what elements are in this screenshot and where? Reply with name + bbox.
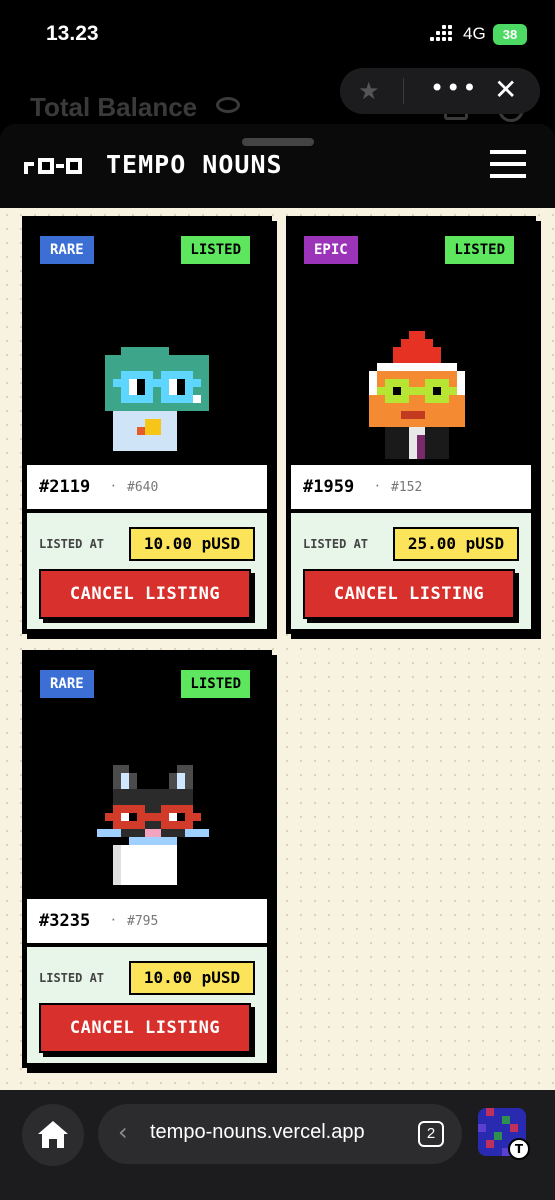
listed-at-label: LISTED AT (39, 537, 105, 551)
cancel-listing-button[interactable]: CANCEL LISTING (303, 569, 515, 619)
home-icon (38, 1121, 68, 1148)
token-id: #3235 (39, 911, 91, 931)
battery-icon: 38 (493, 24, 527, 45)
separator-dot: · (111, 911, 116, 929)
listing-price: 10.00 pUSD (129, 527, 255, 561)
browser-actions-pill: ★ ••• ✕ (340, 68, 540, 114)
noun-card[interactable]: RARE LISTED #2119 · #640 LISTED AT 10.00… (22, 216, 272, 634)
more-icon[interactable]: ••• (430, 74, 478, 102)
noun-image (105, 347, 209, 451)
token-sub-id: #640 (127, 480, 159, 495)
home-button[interactable] (22, 1104, 84, 1166)
noun-artwork: EPIC LISTED (289, 219, 533, 463)
noun-card[interactable]: EPIC LISTED #1959 · #152 LISTED AT 25.00… (286, 216, 536, 634)
url-text[interactable]: tempo-nouns.vercel.app (150, 1121, 365, 1144)
cancel-listing-button[interactable]: CANCEL LISTING (39, 569, 251, 619)
cancel-listing-button[interactable]: CANCEL LISTING (39, 1003, 251, 1053)
token-sub-id: #795 (127, 914, 159, 929)
logo-icon (24, 158, 82, 174)
status-badge: LISTED (181, 236, 250, 264)
listing-panel: LISTED AT 10.00 pUSD CANCEL LISTING (25, 511, 269, 631)
web-sheet: TEMPO NOUNS RARE LISTED #2119 · #640 LIS… (0, 124, 555, 1090)
status-time: 13.23 (46, 22, 99, 45)
status-badge: LISTED (445, 236, 514, 264)
listing-panel: LISTED AT 25.00 pUSD CANCEL LISTING (289, 511, 533, 631)
browser-bottom-bar: ‹ tempo-nouns.vercel.app 2 T (0, 1090, 555, 1200)
token-id: #1959 (303, 477, 355, 497)
noun-artwork: RARE LISTED (25, 653, 269, 897)
site-header: TEMPO NOUNS (0, 124, 555, 208)
token-id-row: #3235 · #795 (25, 897, 269, 945)
network-label: 4G (463, 24, 486, 43)
listing-price: 10.00 pUSD (129, 961, 255, 995)
listings-grid: RARE LISTED #2119 · #640 LISTED AT 10.00… (0, 208, 555, 1090)
hamburger-icon[interactable] (490, 150, 526, 178)
url-bar[interactable]: ‹ tempo-nouns.vercel.app 2 (98, 1104, 462, 1164)
rarity-badge: EPIC (304, 236, 358, 264)
sheet-grabber[interactable] (242, 138, 314, 146)
chevron-left-icon[interactable]: ‹ (118, 1118, 128, 1146)
noun-image (97, 765, 209, 885)
separator-dot: · (375, 477, 380, 495)
tab-count-button[interactable]: 2 (418, 1121, 444, 1147)
eye-icon (216, 97, 240, 113)
listing-panel: LISTED AT 10.00 pUSD CANCEL LISTING (25, 945, 269, 1065)
listing-price: 25.00 pUSD (393, 527, 519, 561)
noun-image (369, 331, 465, 459)
star-icon[interactable]: ★ (358, 77, 380, 105)
listed-at-label: LISTED AT (303, 537, 369, 551)
token-id: #2119 (39, 477, 91, 497)
close-icon[interactable]: ✕ (494, 73, 517, 106)
site-title[interactable]: TEMPO NOUNS (106, 150, 283, 179)
app-badge: T (508, 1138, 530, 1160)
token-id-row: #2119 · #640 (25, 463, 269, 511)
signal-icon (430, 25, 454, 43)
noun-artwork: RARE LISTED (25, 219, 269, 463)
token-id-row: #1959 · #152 (289, 463, 533, 511)
noun-card[interactable]: RARE LISTED #3235 · #795 LISTED AT 10.00… (22, 650, 272, 1068)
pill-divider (403, 78, 404, 104)
separator-dot: · (111, 477, 116, 495)
status-bar: 13.23 4G 38 (0, 0, 555, 70)
listed-at-label: LISTED AT (39, 971, 105, 985)
background-title: Total Balance (30, 92, 198, 122)
status-badge: LISTED (181, 670, 250, 698)
rarity-badge: RARE (40, 236, 94, 264)
token-sub-id: #152 (391, 480, 423, 495)
rarity-badge: RARE (40, 670, 94, 698)
